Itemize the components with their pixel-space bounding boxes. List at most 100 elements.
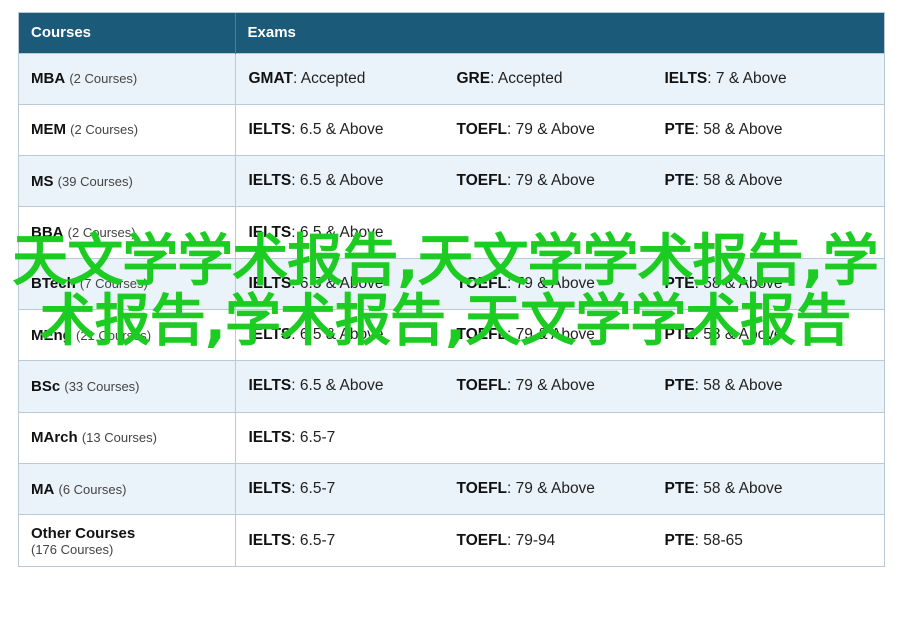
exam-name: IELTS — [248, 377, 292, 395]
course-count: (33 Courses) — [64, 378, 140, 394]
table-row: BBA (2 Courses) IELTS: 6.5 & Above — [19, 206, 885, 259]
exam-name: PTE — [664, 274, 695, 292]
exam-name: TOEFL — [456, 172, 508, 190]
course-name: MEM — [31, 121, 66, 139]
exam-name: IELTS — [248, 172, 292, 190]
course-name: MA — [31, 480, 55, 498]
exam-score: : Accepted — [292, 69, 366, 87]
exam-name: GRE — [456, 69, 491, 87]
exam-name: PTE — [664, 172, 695, 190]
exam-list: GMAT: Accepted GRE: Accepted IELTS: 7 & Ab… — [236, 70, 885, 88]
exam-requirements-table: Courses Exams MBA (2 Courses) GMAT: Accep… — [19, 13, 884, 566]
exam-name: IELTS — [248, 326, 292, 344]
exam-name: PTE — [664, 531, 695, 549]
table-row: MEM (2 Courses) IELTS: 6.5 & Above TOEFL: … — [19, 103, 885, 156]
exam-requirement: IELTS: 6.5 & Above — [249, 224, 457, 242]
course-count: (2 Courses) — [70, 122, 139, 138]
exam-score: : 6.5 & Above — [291, 223, 384, 241]
course-count: (39 Courses) — [57, 173, 133, 189]
exam-score: : 79 & Above — [507, 480, 595, 498]
exams-cell: IELTS: 6.5-7 TOEFL: 79-94 PTE: 58-65 — [235, 514, 884, 566]
exam-list: IELTS: 6.5 & Above — [236, 224, 885, 242]
exams-cell: GMAT: Accepted GRE: Accepted IELTS: 7 & Ab… — [235, 52, 885, 105]
exam-score: : 58 & Above — [694, 172, 783, 190]
course-cell: MEM (2 Courses) — [19, 103, 236, 156]
exam-requirement: PTE: 58 & Above — [665, 326, 873, 344]
exam-requirement: IELTS: 6.5 & Above — [249, 377, 457, 395]
exam-name: IELTS — [248, 480, 292, 498]
exam-requirement: PTE: 58 & Above — [665, 275, 873, 293]
course-count: (7 Courses) — [79, 276, 148, 292]
exam-score: : 79 & Above — [507, 274, 595, 292]
exam-name: PTE — [664, 120, 695, 138]
exams-cell: IELTS: 6.5 & Above TOEFL: 79 & Above PTE: … — [235, 257, 884, 310]
course-cell: MArch (13 Courses) — [19, 411, 236, 464]
exam-requirement: IELTS: 7 & Above — [665, 70, 873, 88]
table-row: MS (39 Courses) IELTS: 6.5 & Above TOEFL: … — [19, 155, 885, 207]
course-count: (176 Courses) — [31, 541, 114, 557]
exam-list: IELTS: 6.5 & Above TOEFL: 79 & Above PTE: … — [236, 172, 885, 190]
exam-name: IELTS — [248, 274, 292, 292]
exams-cell: IELTS: 6.5 & Above — [235, 206, 885, 259]
course-cell: BBA (2 Courses) — [19, 206, 236, 259]
table-row: BTech (7 Courses) IELTS: 6.5 & Above TOEFL… — [19, 257, 884, 310]
exam-requirement: TOEFL: 79 & Above — [457, 326, 665, 344]
exam-requirement: IELTS: 6.5 & Above — [249, 326, 457, 344]
exam-requirement: IELTS: 6.5-7 — [249, 480, 457, 498]
course-name: MBA — [31, 70, 66, 88]
course-cell: MEng (21 Courses) — [19, 308, 236, 361]
exam-requirement: TOEFL: 79-94 — [457, 532, 665, 550]
table-row: MBA (2 Courses) GMAT: Accepted GRE: Accept… — [19, 52, 885, 105]
exam-score: : 79 & Above — [507, 377, 595, 395]
course-count: (13 Courses) — [81, 430, 157, 446]
exam-requirements-table-container: Courses Exams MBA (2 Courses) GMAT: Accep… — [18, 12, 885, 567]
exam-list: IELTS: 6.5 & Above TOEFL: 79 & Above PTE: … — [236, 121, 885, 139]
exam-requirement: IELTS: 6.5-7 — [249, 429, 457, 447]
exam-name: TOEFL — [456, 274, 508, 292]
exam-requirement: GMAT: Accepted — [249, 70, 457, 88]
table-row: MArch (13 Courses) IELTS: 6.5-7 — [19, 411, 885, 464]
exam-requirement: TOEFL: 79 & Above — [457, 377, 665, 395]
course-name: MS — [31, 172, 54, 190]
course-name: BBA — [31, 224, 64, 242]
course-count: (21 Courses) — [76, 327, 152, 343]
exam-score: : 6.5-7 — [291, 531, 336, 549]
exam-requirement: IELTS: 6.5 & Above — [249, 121, 457, 139]
exam-score: : 6.5-7 — [291, 480, 336, 498]
course-cell: MS (39 Courses) — [19, 155, 236, 207]
exam-requirement: IELTS: 6.5 & Above — [249, 172, 457, 190]
exam-score: : 79 & Above — [507, 326, 595, 344]
table-row: MEng (21 Courses) IELTS: 6.5 & Above TOEFL… — [19, 308, 884, 361]
exam-name: IELTS — [248, 223, 292, 241]
exam-score: : Accepted — [490, 69, 563, 87]
exam-name: PTE — [664, 480, 695, 498]
exam-requirement: GRE: Accepted — [457, 70, 665, 88]
exam-score: : 58-65 — [694, 531, 743, 549]
exam-score: : 6.5 & Above — [291, 326, 384, 344]
exam-list: IELTS: 6.5-7 TOEFL: 79 & Above PTE: 58 & A… — [236, 480, 885, 498]
exam-requirement: TOEFL: 79 & Above — [457, 480, 665, 498]
exam-score: : 6.5-7 — [291, 428, 336, 446]
table-row: Other Courses (176 Courses) IELTS: 6.5-7 TO… — [19, 514, 884, 566]
table-header: Courses Exams — [19, 13, 884, 53]
exam-requirement: TOEFL: 79 & Above — [457, 172, 665, 190]
exams-cell: IELTS: 6.5-7 — [235, 411, 885, 464]
exam-requirement: IELTS: 6.5 & Above — [249, 275, 457, 293]
header-row: Courses Exams — [19, 13, 884, 53]
exam-requirement: PTE: 58-65 — [665, 532, 873, 550]
exam-score: : 7 & Above — [707, 69, 787, 87]
exam-name: TOEFL — [456, 377, 508, 395]
course-name: BSc — [31, 377, 61, 395]
exam-name: TOEFL — [456, 480, 508, 498]
exam-name: IELTS — [248, 120, 292, 138]
exams-cell: IELTS: 6.5 & Above TOEFL: 79 & Above PTE: … — [235, 308, 884, 361]
exam-requirement: PTE: 58 & Above — [665, 172, 873, 190]
course-cell: BTech (7 Courses) — [19, 257, 236, 310]
exam-score: : 58 & Above — [694, 377, 783, 395]
course-name: Other Courses — [31, 524, 136, 542]
exam-list: IELTS: 6.5-7 — [236, 429, 885, 447]
exams-cell: IELTS: 6.5 & Above TOEFL: 79 & Above PTE: … — [235, 360, 885, 413]
exam-list: IELTS: 6.5 & Above TOEFL: 79 & Above PTE: … — [236, 377, 885, 395]
exam-score: : 58 & Above — [694, 480, 783, 498]
exam-score: : 6.5 & Above — [291, 120, 384, 138]
